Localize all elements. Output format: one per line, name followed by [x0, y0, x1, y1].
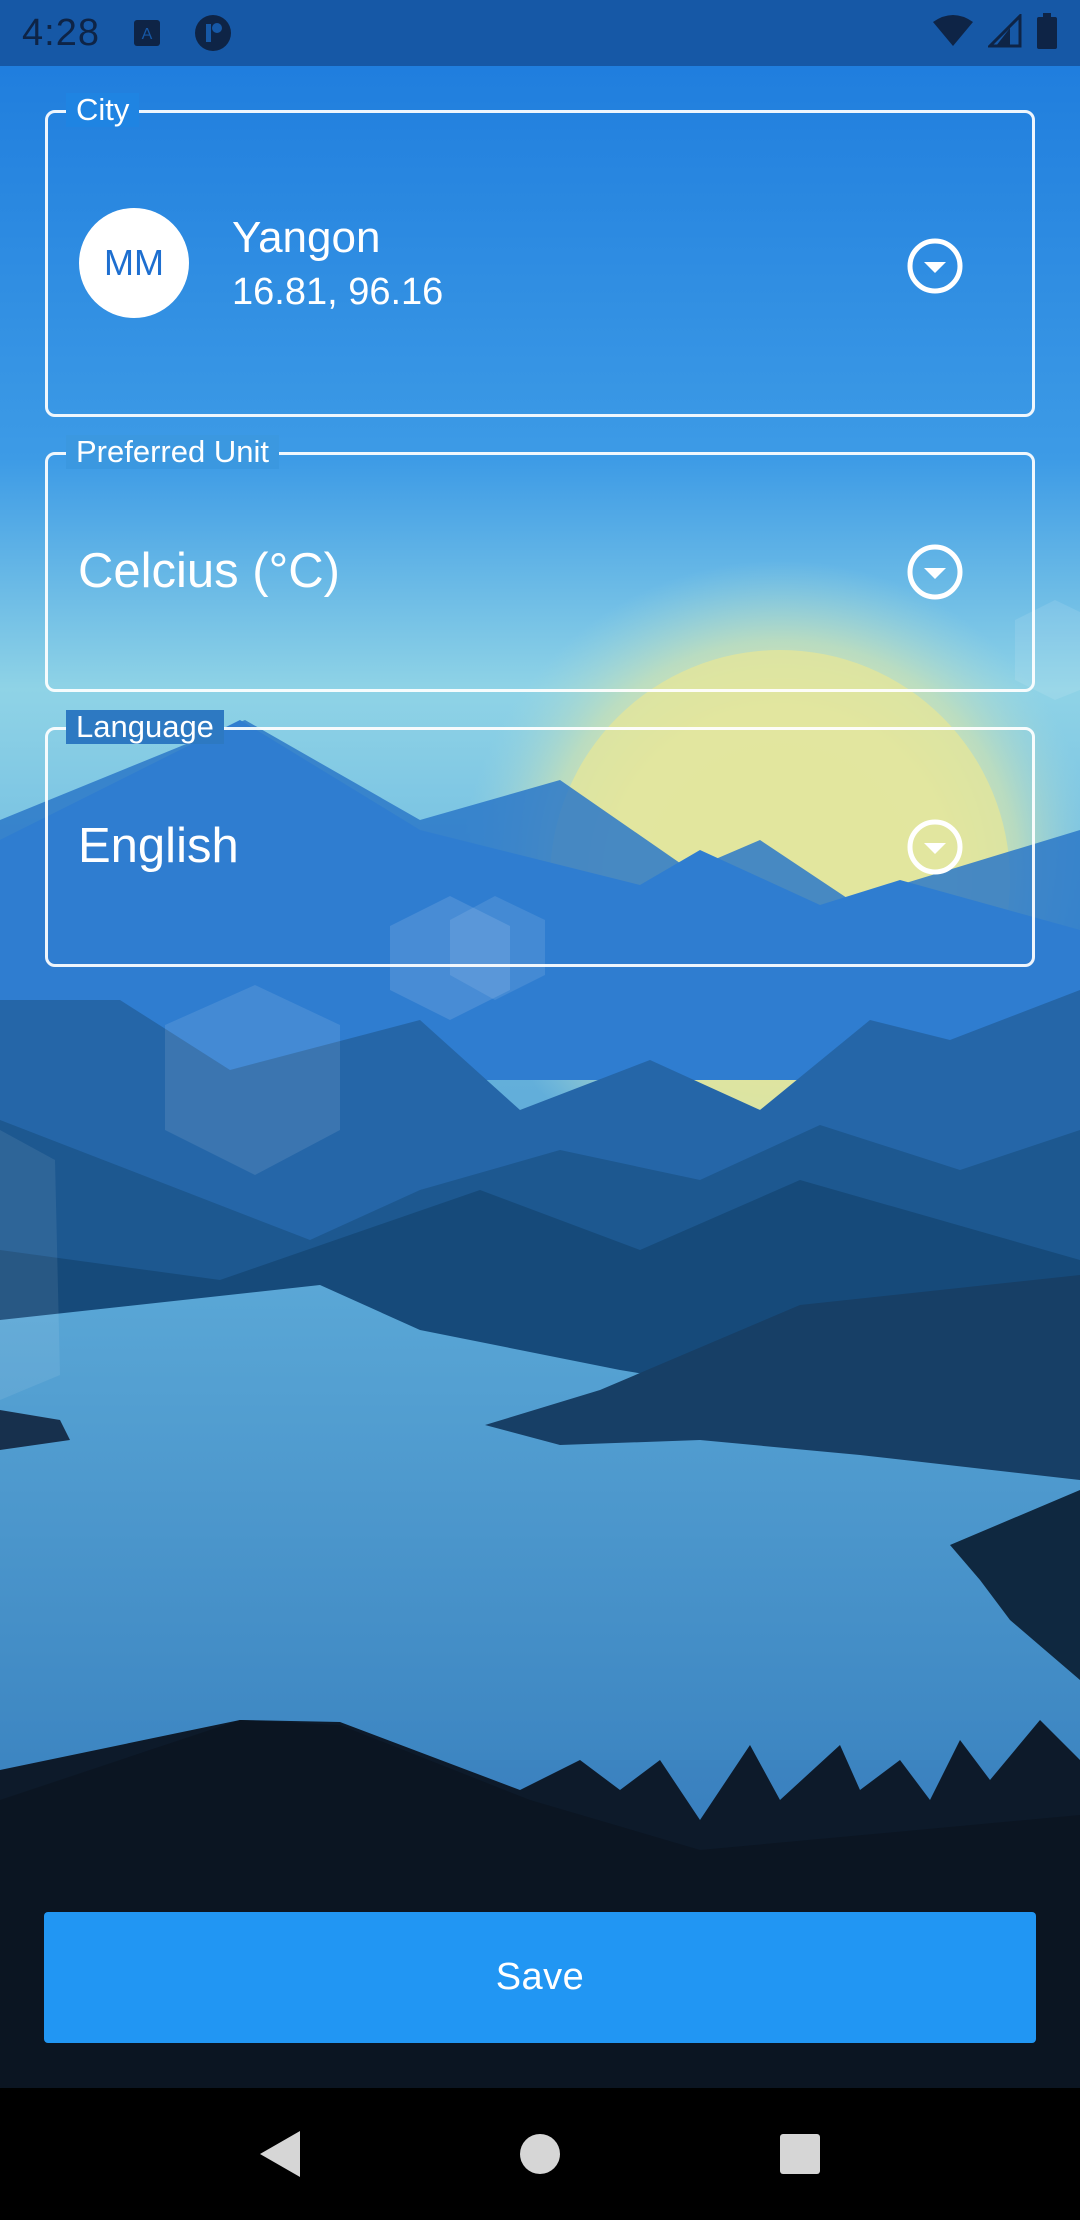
svg-text:A: A — [142, 26, 153, 43]
back-icon[interactable] — [240, 2114, 320, 2194]
language-label: Language — [66, 710, 224, 744]
dropdown-circle-icon[interactable] — [906, 543, 964, 601]
dropdown-circle-icon[interactable] — [906, 237, 964, 295]
wifi-icon — [932, 14, 974, 53]
screen: 4:28 A City MM Yangon 16.81, 96.16 Prefe… — [0, 0, 1080, 2220]
status-bar: 4:28 A — [0, 0, 1080, 66]
navigation-bar — [0, 2088, 1080, 2220]
preferred-unit-value: Celcius (°C) — [78, 544, 340, 598]
preferred-unit-label: Preferred Unit — [66, 435, 279, 469]
status-icons — [932, 11, 1058, 54]
save-button[interactable]: Save — [44, 1912, 1036, 2043]
language-value: English — [78, 819, 239, 873]
keyboard-a-icon: A — [132, 18, 162, 48]
city-field-label: City — [66, 93, 140, 127]
dropdown-circle-icon[interactable] — [906, 818, 964, 876]
battery-icon — [1036, 12, 1058, 54]
city-field[interactable]: City MM Yangon 16.81, 96.16 — [45, 93, 1035, 417]
city-name: Yangon — [232, 213, 381, 262]
recents-icon[interactable] — [760, 2114, 840, 2194]
signal-icon — [986, 11, 1022, 53]
status-time: 4:28 — [22, 11, 100, 54]
app-notification-icon — [194, 14, 232, 52]
home-icon[interactable] — [500, 2114, 580, 2194]
city-coordinates: 16.81, 96.16 — [232, 271, 444, 313]
country-avatar: MM — [79, 208, 189, 318]
preferred-unit-field[interactable]: Preferred Unit Celcius (°C) — [45, 435, 1035, 692]
language-field[interactable]: Language English — [45, 710, 1035, 967]
